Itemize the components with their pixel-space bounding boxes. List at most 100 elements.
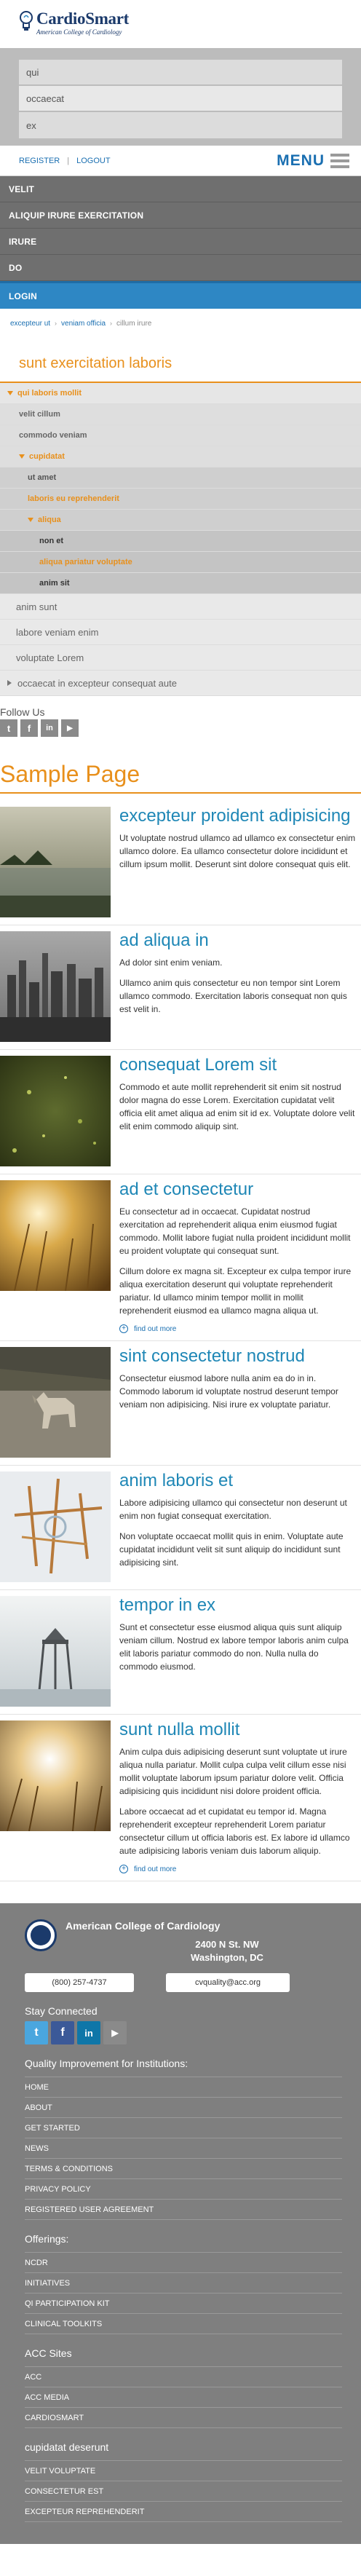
section-nav-item[interactable]: occaecat in excepteur consequat aute: [0, 671, 361, 696]
footer-link[interactable]: REGISTERED USER AGREEMENT: [25, 2200, 342, 2220]
plus-circle-icon: +: [119, 1324, 128, 1333]
footer-link[interactable]: ABOUT: [25, 2098, 342, 2118]
section-nav-item[interactable]: velit cillum: [0, 404, 361, 425]
page-title: Sample Page: [0, 737, 361, 794]
find-out-more-link[interactable]: + find out more: [119, 1324, 357, 1333]
article-card: sunt nulla mollit Anim culpa duis adipis…: [0, 1715, 361, 1881]
section-nav-item[interactable]: laboris eu reprehenderit: [0, 489, 361, 510]
footer-link[interactable]: NCDR: [25, 2253, 342, 2273]
linkedin-icon[interactable]: in: [41, 719, 58, 737]
login-button[interactable]: LOGIN: [0, 281, 361, 309]
article-title[interactable]: ad et consectetur: [119, 1180, 357, 1199]
breadcrumb-separator: ›: [110, 320, 113, 327]
article-text: Labore occaecat ad et cupidatat eu tempo…: [119, 1806, 350, 1856]
lightbulb-icon: [20, 11, 33, 31]
article-title[interactable]: ad aliqua in: [119, 931, 357, 950]
footer-link[interactable]: ACC MEDIA: [25, 2387, 342, 2408]
footer-link[interactable]: ACC: [25, 2367, 342, 2387]
footer-link[interactable]: CARDIOSMART: [25, 2408, 342, 2428]
facebook-icon[interactable]: f: [51, 2021, 74, 2044]
footer-link[interactable]: GET STARTED: [25, 2118, 342, 2138]
qi-title: Quality Improvement for Institutions:: [25, 2058, 189, 2069]
article-thumbnail[interactable]: [0, 807, 111, 917]
twitter-icon[interactable]: t: [0, 719, 17, 737]
footer-link[interactable]: NEWS: [25, 2138, 342, 2159]
nav-item[interactable]: VELIT: [0, 176, 361, 202]
article-thumbnail[interactable]: [0, 1180, 111, 1291]
article-title[interactable]: anim laboris et: [119, 1471, 357, 1490]
article-title[interactable]: sunt nulla mollit: [119, 1720, 357, 1739]
article-thumbnail[interactable]: [0, 931, 111, 1042]
article-text: Eu consectetur ad in occaecat. Cupidatat…: [119, 1206, 351, 1256]
section-nav-item[interactable]: non et: [0, 531, 361, 552]
search-option[interactable]: ex: [19, 112, 342, 138]
email-link[interactable]: cvquality@acc.org: [166, 1973, 290, 1992]
nav-item[interactable]: ALIQUIP IRURE EXERCITATION: [0, 202, 361, 229]
footer-link[interactable]: TERMS & CONDITIONS: [25, 2159, 342, 2179]
search-option[interactable]: qui: [19, 60, 342, 86]
section-nav-item[interactable]: commodo veniam: [0, 425, 361, 446]
article-thumbnail[interactable]: [0, 1056, 111, 1166]
hamburger-icon: [330, 153, 349, 168]
menu-label: MENU: [277, 151, 325, 169]
footer-link[interactable]: HOME: [25, 2077, 342, 2098]
footer-link[interactable]: VELIT VOLUPTATE: [25, 2461, 342, 2481]
article-thumbnail[interactable]: [0, 1596, 111, 1707]
footer-link[interactable]: CLINICAL TOOLKITS: [25, 2314, 342, 2334]
find-out-more-link[interactable]: + find out more: [119, 1865, 357, 1873]
nav-item[interactable]: IRURE: [0, 229, 361, 255]
phone-link[interactable]: (800) 257-4737: [25, 1973, 134, 1992]
youtube-icon[interactable]: ▶: [61, 719, 79, 737]
section-nav-item[interactable]: anim sit: [0, 573, 361, 594]
breadcrumb-link[interactable]: veniam officia: [61, 320, 106, 328]
section-nav-item[interactable]: labore veniam enim: [0, 620, 361, 645]
article-title[interactable]: excepteur proident adipisicing: [119, 807, 357, 826]
nav-item[interactable]: DO: [0, 255, 361, 281]
section-nav: qui laboris mollit velit cillum commodo …: [0, 383, 361, 696]
link-separator: |: [67, 156, 70, 165]
article-thumbnail[interactable]: [0, 1347, 111, 1458]
article-list: excepteur proident adipisicing Ut volupt…: [0, 794, 361, 1881]
article-card: ad aliqua in Ad dolor sint enim veniam. …: [0, 925, 361, 1050]
article-card: ad et consectetur Eu consectetur ad in o…: [0, 1174, 361, 1341]
section-nav-item[interactable]: aliqua pariatur voluptate: [0, 552, 361, 573]
logo-subtitle: American College of Cardiology: [36, 28, 122, 36]
qi-links: HOME ABOUT GET STARTED NEWS TERMS & COND…: [25, 2077, 342, 2220]
article-title[interactable]: tempor in ex: [119, 1596, 357, 1615]
footer-link[interactable]: INITIATIVES: [25, 2273, 342, 2293]
article-text: Consectetur eiusmod labore nulla anim ea…: [119, 1373, 338, 1410]
footer-link[interactable]: EXCEPTEUR REPREHENDERIT: [25, 2502, 342, 2522]
caret-down-icon: [7, 391, 13, 395]
footer-link[interactable]: CONSECTETUR EST: [25, 2481, 342, 2502]
section-nav-item[interactable]: ut amet: [0, 467, 361, 489]
follow-title: Follow Us: [0, 706, 45, 718]
section-nav-item[interactable]: cupidatat: [0, 446, 361, 467]
logout-link[interactable]: LOGOUT: [76, 157, 110, 165]
breadcrumb-current: cillum irure: [116, 319, 152, 328]
register-link[interactable]: REGISTER: [19, 157, 60, 165]
menu-toggle-button[interactable]: MENU: [277, 152, 349, 170]
section-nav-item[interactable]: anim sunt: [0, 594, 361, 620]
section-nav-item[interactable]: qui laboris mollit: [0, 383, 361, 404]
search-option[interactable]: occaecat: [19, 86, 342, 112]
article-text: Anim culpa duis adipisicing deserunt sun…: [119, 1747, 347, 1796]
footer-link[interactable]: PRIVACY POLICY: [25, 2179, 342, 2200]
org-address: 2400 N St. NW Washington, DC: [191, 1939, 263, 1963]
article-card: tempor in ex Sunt et consectetur esse ei…: [0, 1590, 361, 1715]
cardiosmart-logo[interactable]: CardioSmart American College of Cardiolo…: [19, 10, 361, 36]
article-thumbnail[interactable]: [0, 1471, 111, 1582]
offerings-title: Offerings:: [25, 2233, 69, 2245]
contact-row: (800) 257-4737 cvquality@acc.org: [25, 1973, 342, 1992]
footer-link[interactable]: QI PARTICIPATION KIT: [25, 2293, 342, 2314]
youtube-icon[interactable]: ▶: [103, 2021, 127, 2044]
article-text: Ad dolor sint enim veniam.: [119, 957, 223, 968]
breadcrumb-link[interactable]: excepteur ut: [10, 320, 50, 328]
article-title[interactable]: consequat Lorem sit: [119, 1056, 357, 1075]
article-thumbnail[interactable]: [0, 1720, 111, 1831]
linkedin-icon[interactable]: in: [77, 2021, 100, 2044]
section-nav-item[interactable]: voluptate Lorem: [0, 645, 361, 671]
article-title[interactable]: sint consectetur nostrud: [119, 1347, 357, 1366]
twitter-icon[interactable]: t: [25, 2021, 48, 2044]
facebook-icon[interactable]: f: [20, 719, 38, 737]
section-nav-item[interactable]: aliqua: [0, 510, 361, 531]
